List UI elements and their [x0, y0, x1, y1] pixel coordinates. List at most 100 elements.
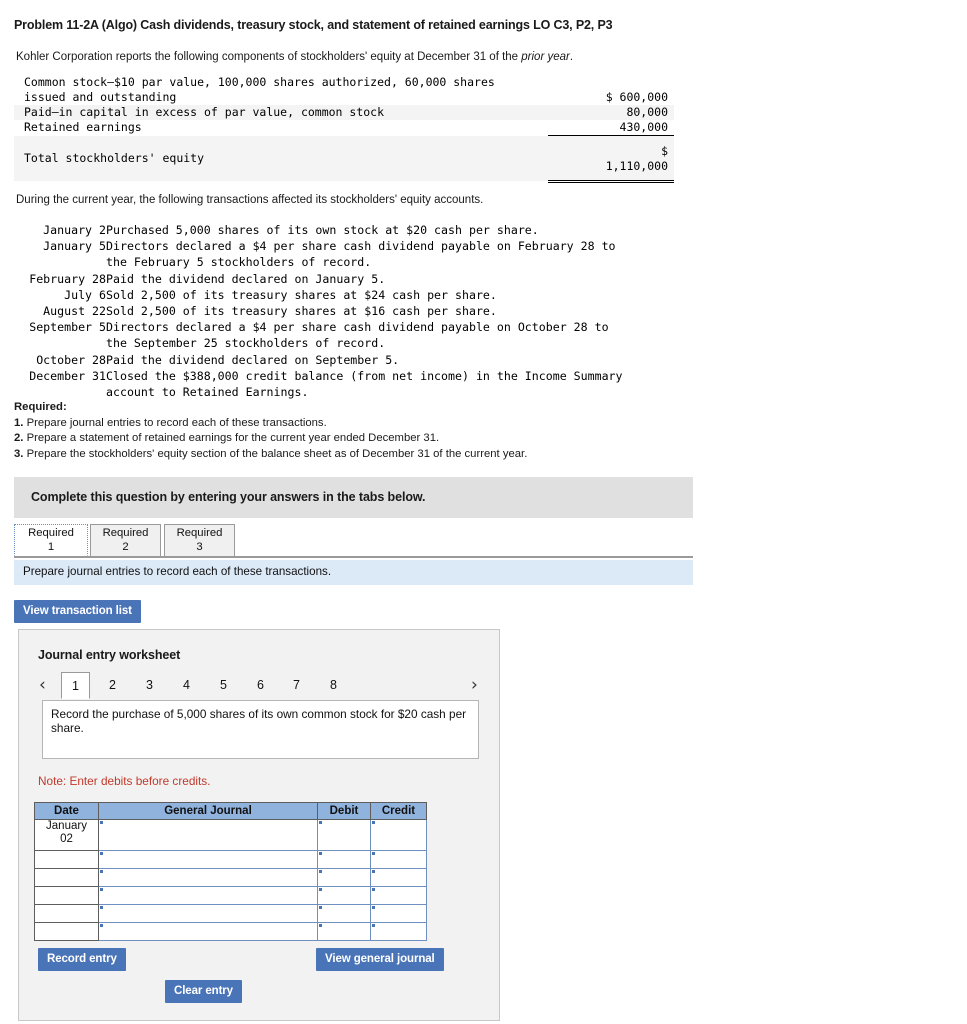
journal-cell-date[interactable]	[34, 922, 99, 941]
transaction-row: October 28 Paid the dividend declared on…	[10, 352, 623, 368]
journal-header-date: Date	[34, 802, 99, 820]
transaction-row: January 5 Directors declared a $4 per sh…	[10, 238, 623, 270]
journal-cell-credit[interactable]	[370, 922, 427, 941]
tab-required-3-line1: Required	[176, 527, 223, 539]
equity-row: Paid—in capital in excess of par value, …	[14, 105, 674, 120]
during-year-text: During the current year, the following t…	[16, 194, 484, 206]
equity-row: Common stock—$10 par value, 100,000 shar…	[14, 75, 674, 105]
journal-cell-date[interactable]	[34, 850, 99, 869]
required-item: 3. Prepare the stockholders' equity sect…	[14, 447, 527, 463]
transaction-description: Paid the dividend declared on September …	[106, 352, 400, 367]
required-heading: Required:	[14, 401, 67, 413]
journal-header-general: General Journal	[98, 802, 318, 820]
transaction-date: July 6	[64, 287, 106, 302]
transaction-date: January 5	[43, 239, 106, 254]
journal-header-credit: Credit	[370, 802, 427, 820]
pager-page-6[interactable]: 6	[246, 672, 275, 699]
tab-required-1-line2: 1	[47, 540, 55, 553]
transaction-description: Paid the dividend declared on January 5.	[106, 271, 386, 286]
transaction-description: Directors declared a $4 per share cash d…	[106, 239, 616, 270]
chevron-left-icon[interactable]: ‹	[39, 674, 46, 696]
intro-prefix: Kohler Corporation reports the following…	[16, 51, 522, 63]
record-entry-button[interactable]: Record entry	[38, 948, 126, 971]
clear-entry-button[interactable]: Clear entry	[165, 980, 242, 1003]
journal-entry-worksheet-panel: Journal entry worksheet ‹ 1 2 3 4 5 6 7 …	[18, 629, 500, 1021]
journal-cell-account[interactable]	[98, 868, 318, 887]
tabs-separator-rule	[14, 556, 693, 558]
transaction-list-table: January 2 Purchased 5,000 shares of its …	[10, 222, 623, 400]
transaction-row: December 31 Closed the $388,000 credit b…	[10, 368, 622, 400]
worksheet-title: Journal entry worksheet	[38, 648, 181, 662]
equity-total-row: Total stockholders' equity $ 1,110,000	[14, 144, 674, 183]
page-title: Problem 11-2A (Algo) Cash dividends, tre…	[14, 18, 613, 32]
pager-page-7[interactable]: 7	[282, 672, 311, 699]
tab-instruction-text: Prepare journal entries to record each o…	[23, 565, 332, 578]
transaction-date: January 2	[43, 223, 106, 237]
journal-cell-credit[interactable]	[370, 868, 427, 887]
journal-cell-account[interactable]	[98, 922, 318, 941]
journal-cell-account[interactable]	[98, 886, 318, 905]
table-row	[34, 922, 427, 941]
required-item-text: Prepare journal entries to record each o…	[26, 416, 327, 429]
equity-total-label: Total stockholders' equity	[24, 151, 205, 165]
transaction-row: July 6 Sold 2,500 of its treasury shares…	[10, 287, 623, 303]
transaction-date: August 22	[43, 304, 106, 319]
journal-cell-debit[interactable]	[317, 868, 371, 887]
view-transaction-list-button[interactable]: View transaction list	[14, 600, 141, 623]
journal-cell-debit[interactable]	[317, 850, 371, 869]
pager-page-1[interactable]: 1	[61, 672, 90, 699]
journal-cell-debit[interactable]	[317, 922, 371, 941]
journal-cell-date[interactable]	[34, 886, 99, 905]
transaction-description: Purchased 5,000 shares of its own stock …	[106, 223, 539, 237]
tab-required-2-line1: Required	[102, 527, 149, 539]
tab-required-3[interactable]: Required 3	[164, 524, 235, 556]
transaction-row: September 5 Directors declared a $4 per …	[10, 319, 623, 351]
journal-cell-account[interactable]	[98, 819, 318, 851]
journal-cell-account[interactable]	[98, 904, 318, 923]
view-general-journal-button[interactable]: View general journal	[316, 948, 444, 971]
intro-italic: prior year	[521, 51, 570, 63]
intro-suffix: .	[569, 51, 574, 63]
pager-page-4[interactable]: 4	[172, 672, 201, 699]
transaction-row: August 22 Sold 2,500 of its treasury sha…	[10, 303, 623, 319]
journal-cell-debit[interactable]	[317, 886, 371, 905]
debits-before-credits-note: Note: Enter debits before credits.	[38, 774, 211, 788]
pager-page-5[interactable]: 5	[209, 672, 238, 699]
equity-total-amount: $ 1,110,000	[548, 144, 674, 183]
journal-cell-credit[interactable]	[370, 904, 427, 923]
required-item-number: 2.	[14, 432, 24, 444]
table-row: January 02	[34, 819, 427, 851]
table-row	[34, 886, 427, 905]
journal-cell-date[interactable]: January 02	[34, 819, 99, 851]
pager-page-8[interactable]: 8	[319, 672, 348, 699]
required-block: Required: 1. Prepare journal entries to …	[14, 400, 527, 462]
transaction-date: December 31	[29, 368, 106, 383]
journal-cell-credit[interactable]	[370, 819, 427, 851]
transaction-date: October 28	[36, 352, 106, 367]
journal-cell-credit[interactable]	[370, 850, 427, 869]
problem-page: Problem 11-2A (Algo) Cash dividends, tre…	[0, 0, 967, 1024]
tab-required-3-line2: 3	[196, 540, 203, 553]
pager-page-2[interactable]: 2	[98, 672, 127, 699]
equity-spacer-row	[14, 135, 674, 144]
equity-row-amount: 430,000	[548, 120, 674, 136]
worksheet-prompt: Record the purchase of 5,000 shares of i…	[42, 700, 479, 759]
general-journal-table: Date General Journal Debit Credit Januar…	[34, 802, 427, 941]
chevron-right-icon[interactable]: ›	[471, 674, 478, 696]
table-row	[34, 904, 427, 923]
required-item-text: Prepare a statement of retained earnings…	[26, 432, 440, 444]
journal-cell-date[interactable]	[34, 904, 99, 923]
tab-required-2[interactable]: Required 2	[90, 524, 161, 556]
journal-cell-account[interactable]	[98, 850, 318, 869]
pager-page-3[interactable]: 3	[135, 672, 164, 699]
journal-cell-date[interactable]	[34, 868, 99, 887]
transaction-date: September 5	[29, 320, 106, 335]
journal-cell-credit[interactable]	[370, 886, 427, 905]
journal-cell-debit[interactable]	[317, 904, 371, 923]
transaction-row: February 28 Paid the dividend declared o…	[10, 271, 623, 287]
journal-cell-debit[interactable]	[317, 819, 371, 851]
transaction-row: January 2 Purchased 5,000 shares of its …	[10, 222, 623, 238]
tab-required-1[interactable]: Required 1	[14, 524, 88, 556]
transaction-date: February 28	[29, 271, 106, 286]
worksheet-pager: ‹ 1 2 3 4 5 6 7 8 ›	[39, 672, 479, 702]
